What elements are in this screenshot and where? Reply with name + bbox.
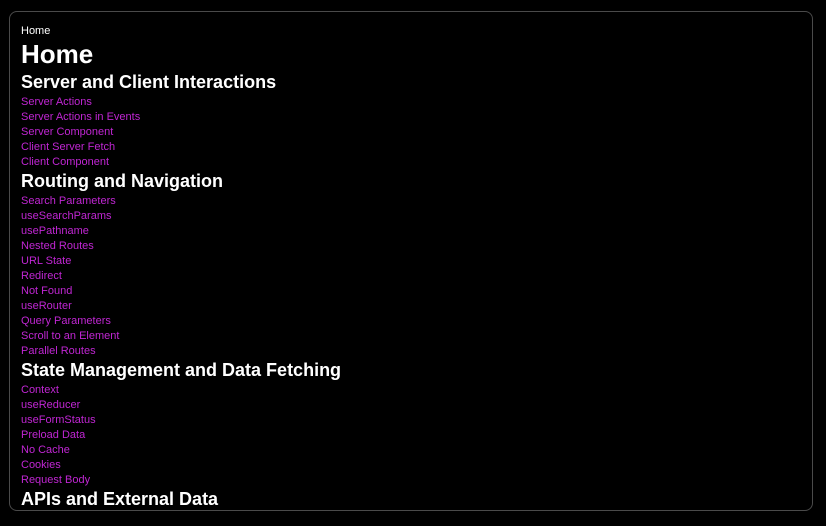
- list-item: Scroll to an Element: [21, 327, 802, 342]
- sections-container: Server and Client Interactions Server Act…: [21, 71, 802, 510]
- list-item: usePathname: [21, 222, 802, 237]
- section-link-list: Context useReducer useFormStatus Preload Da…: [21, 381, 802, 486]
- section-link-list: Search Parameters useSearchParams usePathn…: [21, 192, 802, 357]
- list-item: Context: [21, 381, 802, 396]
- nav-link[interactable]: Server Actions: [21, 96, 92, 108]
- list-item: Client Server Fetch: [21, 138, 802, 153]
- nav-link[interactable]: Scroll to an Element: [21, 330, 119, 342]
- nav-link[interactable]: Parallel Routes: [21, 345, 96, 357]
- nav-link[interactable]: useSearchParams: [21, 210, 112, 222]
- list-item: Nested Routes: [21, 237, 802, 252]
- list-item: Request Body: [21, 471, 802, 486]
- list-item: Redirect: [21, 267, 802, 282]
- nav-link[interactable]: URL State: [21, 255, 71, 267]
- section-heading: State Management and Data Fetching: [21, 360, 342, 380]
- nav-link[interactable]: useFormStatus: [21, 414, 96, 426]
- nav-link[interactable]: usePathname: [21, 225, 89, 237]
- main-panel: Home Home Server and Client Interactions…: [9, 11, 813, 511]
- nav-link[interactable]: Query Parameters: [21, 315, 111, 327]
- page-title: Home: [21, 39, 94, 69]
- list-item: useReducer: [21, 396, 802, 411]
- nav-link[interactable]: useRouter: [21, 300, 72, 312]
- list-item: Client Component: [21, 153, 802, 168]
- list-item: useSearchParams: [21, 207, 802, 222]
- nav-link[interactable]: Preload Data: [21, 429, 85, 441]
- nav-link[interactable]: Request Body: [21, 474, 90, 486]
- nav-link[interactable]: Cookies: [21, 459, 61, 471]
- nav-link[interactable]: Context: [21, 384, 59, 396]
- section-heading: APIs and External Data: [21, 489, 219, 509]
- list-item: useFormStatus: [21, 411, 802, 426]
- nav-link[interactable]: Nested Routes: [21, 240, 94, 252]
- list-item: No Cache: [21, 441, 802, 456]
- nav-link[interactable]: Client Component: [21, 156, 109, 168]
- nav-link[interactable]: Redirect: [21, 270, 62, 282]
- list-item: Server Actions: [21, 93, 802, 108]
- list-item: Server Component: [21, 123, 802, 138]
- list-item: Preload Data: [21, 426, 802, 441]
- breadcrumb: Home: [21, 25, 51, 37]
- nav-link[interactable]: Server Actions in Events: [21, 111, 140, 123]
- nav-link[interactable]: No Cache: [21, 444, 70, 456]
- section-heading: Routing and Navigation: [21, 171, 223, 191]
- list-item: URL State: [21, 252, 802, 267]
- list-item: Search Parameters: [21, 192, 802, 207]
- nav-link[interactable]: useReducer: [21, 399, 80, 411]
- nav-link[interactable]: Not Found: [21, 285, 72, 297]
- list-item: Server Actions in Events: [21, 108, 802, 123]
- nav-link[interactable]: Client Server Fetch: [21, 141, 115, 153]
- nav-link[interactable]: Search Parameters: [21, 195, 116, 207]
- section-link-list: Server Actions Server Actions in Events Se…: [21, 93, 802, 168]
- list-item: Not Found: [21, 282, 802, 297]
- list-item: useRouter: [21, 297, 802, 312]
- list-item: Query Parameters: [21, 312, 802, 327]
- list-item: Cookies: [21, 456, 802, 471]
- list-item: Parallel Routes: [21, 342, 802, 357]
- page-content: Home Home Server and Client Interactions…: [21, 24, 802, 510]
- nav-link[interactable]: Server Component: [21, 126, 113, 138]
- section-heading: Server and Client Interactions: [21, 72, 277, 92]
